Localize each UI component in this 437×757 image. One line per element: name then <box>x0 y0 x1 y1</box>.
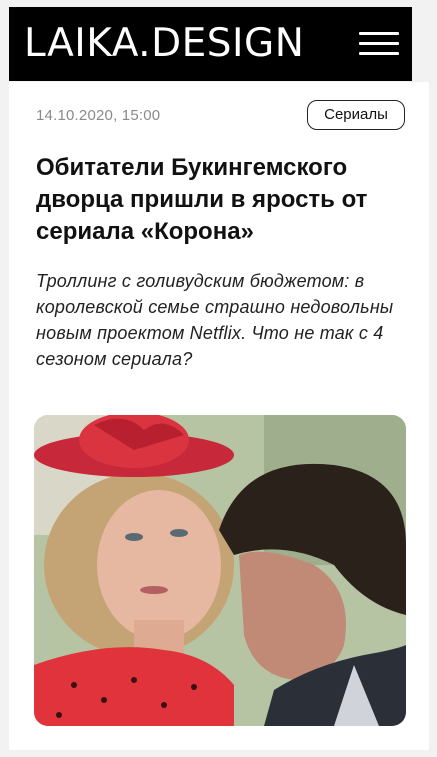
site-logo[interactable]: LAIKA.DESIGN <box>24 22 304 66</box>
photo-illustration <box>34 415 406 726</box>
hamburger-menu-icon[interactable] <box>359 29 399 59</box>
article-title[interactable]: Обитатели Букингемского дворца пришли в … <box>36 152 411 248</box>
category-tag[interactable]: Сериалы <box>307 100 405 130</box>
article-photo[interactable] <box>34 415 406 726</box>
menu-line <box>359 52 399 55</box>
menu-line <box>359 32 399 35</box>
menu-line <box>359 42 399 45</box>
article-card[interactable]: 14.10.2020, 15:00 Сериалы Обитатели Буки… <box>9 82 429 750</box>
article-subtitle: Троллинг с голивудским бюджетом: в корол… <box>36 271 394 369</box>
site-header: LAIKA.DESIGN <box>9 7 412 81</box>
article-date: 14.10.2020, 15:00 <box>36 107 161 124</box>
